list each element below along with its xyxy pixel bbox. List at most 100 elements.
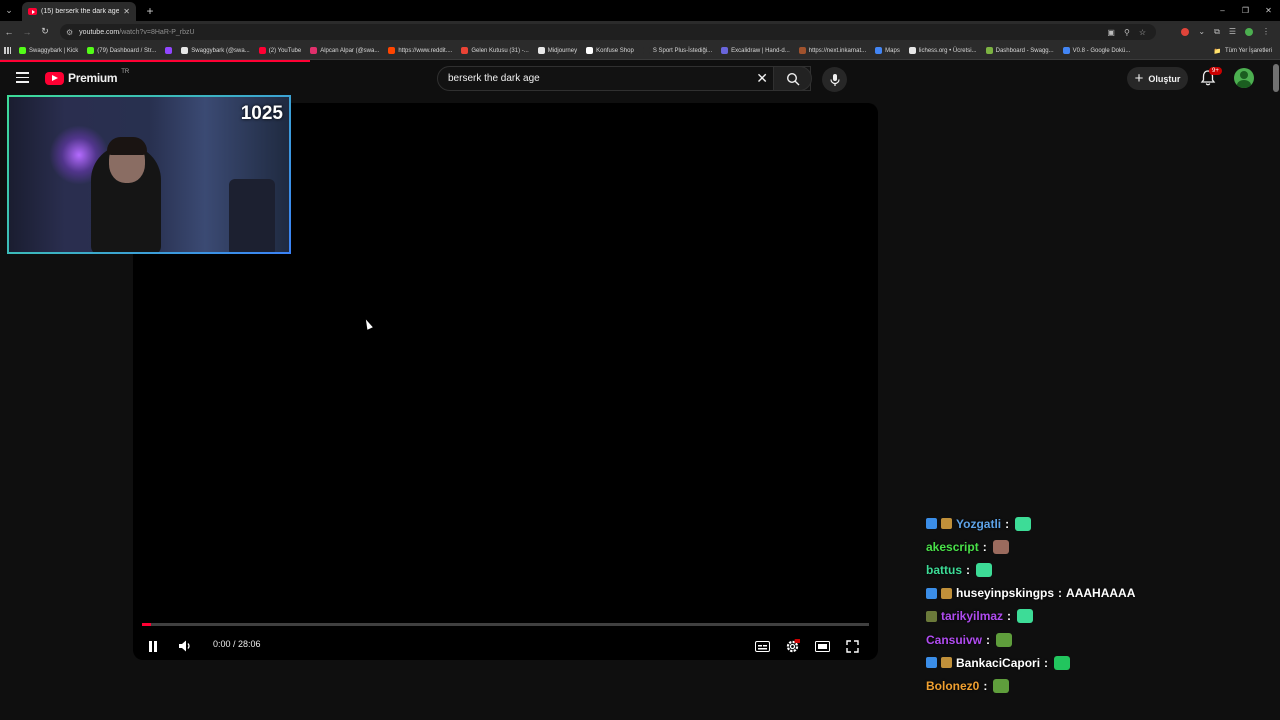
- bookmark-item[interactable]: Maps: [875, 47, 900, 54]
- restore-icon[interactable]: ❐: [1234, 0, 1257, 21]
- bookmark-favicon-icon: [586, 47, 594, 54]
- profile-avatar-icon[interactable]: [1245, 27, 1253, 36]
- bookmark-item[interactable]: Midjourney: [537, 47, 578, 54]
- stream-chat-overlay: Yozgatli: akescript: battus: huseyinpskingp…: [926, 512, 1256, 698]
- extension-menu-icon[interactable]: ⌄: [1198, 27, 1205, 36]
- bookmark-favicon-icon: [798, 47, 806, 54]
- settings-button[interactable]: [783, 637, 801, 655]
- extensions-puzzle-icon[interactable]: ⧉: [1214, 27, 1220, 37]
- chat-username: Cansuivw: [926, 632, 983, 647]
- bookmark-item[interactable]: Alpcan Alpar (@swa...: [310, 47, 379, 54]
- microphone-icon: [829, 73, 840, 86]
- bookmark-item[interactable]: Gelen Kutusu (31) -...: [461, 47, 529, 54]
- notification-badge: 9+: [1209, 67, 1222, 75]
- tab-strip: ⌄ (15) berserk the dark age - YouTube ✕ …: [0, 0, 1280, 21]
- page-scrollbar[interactable]: [1273, 64, 1279, 92]
- bookmark-item[interactable]: lichess.org • Ücretsi...: [908, 47, 977, 54]
- forward-arrow-icon[interactable]: →: [18, 21, 36, 42]
- clear-search-icon[interactable]: ✕: [756, 70, 768, 87]
- bookmark-item[interactable]: Dashboard - Swagg...: [985, 47, 1054, 54]
- chat-emote-icon: [996, 632, 1013, 647]
- bookmark-label: Gelen Kutusu (31) -...: [471, 47, 529, 54]
- bookmark-item[interactable]: https://next.inkarnat...: [798, 47, 866, 54]
- pause-button[interactable]: [146, 637, 160, 655]
- mute-button[interactable]: [177, 637, 193, 655]
- bookmark-item[interactable]: Konfuse Shop: [586, 47, 634, 54]
- bookmark-item[interactable]: (2) YouTube: [258, 47, 301, 54]
- zoom-icon[interactable]: ⚲: [1124, 28, 1130, 37]
- chat-badge-icon: [926, 587, 937, 599]
- bookmark-item[interactable]: V0.8 - Google Dokü...: [1062, 47, 1130, 54]
- extensions-area: ⌄ ⧉ ☰ ⋮: [1181, 21, 1270, 42]
- url-path: /watch?v=8HaR-P_rbzU: [119, 28, 195, 36]
- search-input[interactable]: berserk the dark age ✕: [437, 66, 811, 91]
- subtitles-button[interactable]: [753, 637, 771, 655]
- chat-message: huseyinpskingps: AAAHAAAA: [926, 582, 1256, 605]
- bookmark-label: (79) Dashboard / Str...: [97, 47, 157, 54]
- minimize-icon[interactable]: –: [1211, 0, 1234, 21]
- new-tab-plus-icon[interactable]: +: [142, 3, 158, 19]
- apps-grid-icon[interactable]: [4, 47, 11, 54]
- bookmark-favicon-icon: [985, 47, 993, 54]
- bookmark-label: Swaggybark | Kick: [29, 47, 79, 54]
- install-app-icon[interactable]: ▣: [1107, 28, 1115, 37]
- reload-icon[interactable]: ↻: [36, 21, 54, 42]
- reading-list-icon[interactable]: ☰: [1229, 27, 1236, 36]
- logo-text: Premium: [68, 71, 118, 85]
- tab-search-chevron-icon[interactable]: ⌄: [0, 0, 18, 21]
- all-bookmarks-label: Tüm Yer İşaretleri: [1224, 48, 1272, 54]
- chat-username: Bolonez0: [926, 678, 980, 693]
- browser-menu-icon[interactable]: ⋮: [1262, 27, 1270, 36]
- chat-separator: :: [1007, 609, 1012, 624]
- extension-red-icon[interactable]: [1181, 27, 1190, 36]
- theater-mode-button[interactable]: [813, 637, 831, 655]
- bookmark-item[interactable]: Excalidraw | Hand-d...: [721, 47, 790, 54]
- bookmark-favicon-icon: [181, 47, 189, 54]
- tab-close-icon[interactable]: ✕: [123, 7, 130, 16]
- browser-tab-active[interactable]: (15) berserk the dark age - YouTube ✕: [22, 2, 136, 21]
- bookmark-item[interactable]: S Sport Plus-İstediği...: [642, 47, 712, 54]
- bookmark-item[interactable]: Swaggybark (@swa...: [181, 47, 250, 54]
- guide-menu-icon[interactable]: [16, 72, 29, 83]
- bookmark-item[interactable]: Swaggybark | Kick: [19, 47, 78, 54]
- back-arrow-icon[interactable]: ←: [0, 21, 18, 42]
- bookmark-label: Midjourney: [547, 47, 578, 54]
- bookmark-label: lichess.org • Ücretsi...: [918, 47, 977, 54]
- chat-separator: :: [983, 678, 988, 693]
- chat-text: AAAHAAAA: [1066, 586, 1136, 601]
- youtube-premium-logo[interactable]: Premium TR: [45, 69, 129, 85]
- bookmark-item[interactable]: https://www.reddit....: [388, 47, 452, 54]
- chat-emote-icon: [1054, 655, 1071, 670]
- chat-emote-icon: [992, 539, 1009, 554]
- bookmark-item[interactable]: [165, 47, 173, 54]
- fullscreen-icon: [845, 639, 859, 653]
- create-label: Oluştur: [1148, 73, 1181, 84]
- bookmark-item[interactable]: (79) Dashboard / Str...: [87, 47, 156, 54]
- chat-badge-icon: [941, 518, 952, 530]
- window-close-icon[interactable]: ✕: [1257, 0, 1280, 21]
- site-info-icon[interactable]: ⚙: [66, 28, 73, 37]
- chat-username: akescript: [926, 539, 979, 554]
- account-avatar[interactable]: [1234, 68, 1254, 88]
- address-bar[interactable]: ⚙ youtube.com /watch?v=8HaR-P_rbzU ▣ ⚲ ☆: [60, 24, 1156, 40]
- folder-icon: 📁: [1213, 48, 1221, 55]
- bookmark-favicon-icon: [165, 47, 173, 54]
- chat-separator: :: [982, 539, 987, 554]
- chat-message: tarikyilmaz:: [926, 605, 1256, 628]
- search-button[interactable]: [773, 66, 812, 91]
- chat-badge-icon: [941, 657, 952, 669]
- bookmark-star-icon[interactable]: ☆: [1139, 28, 1146, 37]
- youtube-favicon-icon: [28, 8, 37, 15]
- progress-bar[interactable]: [142, 623, 869, 626]
- bookmark-favicon-icon: [388, 47, 396, 54]
- chat-separator: :: [986, 632, 991, 647]
- gear-icon: [786, 638, 800, 652]
- create-button[interactable]: + Oluştur: [1127, 67, 1188, 90]
- fullscreen-button[interactable]: [843, 637, 861, 655]
- bookmark-favicon-icon: [908, 47, 916, 54]
- voice-search-button[interactable]: [822, 67, 847, 92]
- all-bookmarks[interactable]: 📁 Tüm Yer İşaretleri: [1213, 42, 1272, 60]
- bookmark-label: https://www.reddit....: [398, 47, 453, 54]
- chat-badge-icon: [941, 587, 952, 599]
- chat-separator: :: [966, 562, 970, 577]
